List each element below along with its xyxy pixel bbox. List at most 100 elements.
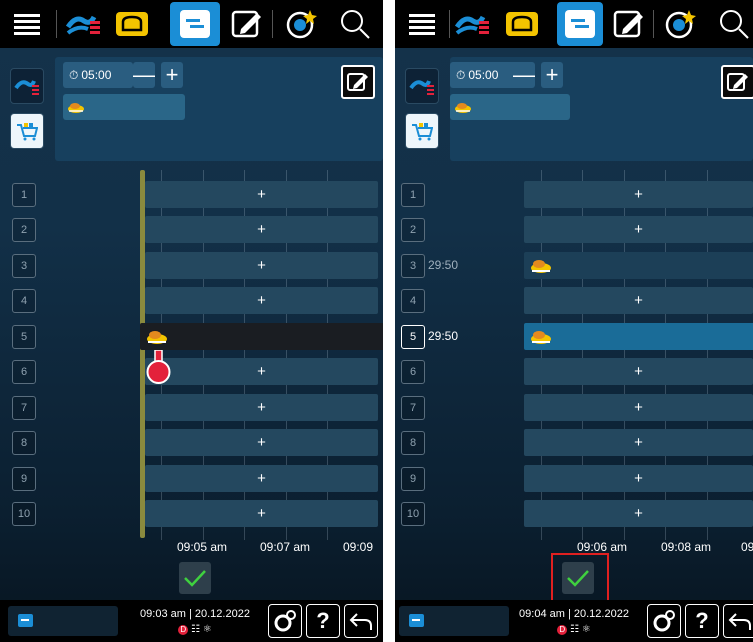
rack-slot[interactable]: +: [524, 429, 753, 456]
confirm-button[interactable]: [179, 562, 211, 594]
favorites-icon[interactable]: [661, 6, 699, 42]
row-number[interactable]: 3: [12, 254, 36, 278]
rack-slot[interactable]: +: [145, 216, 378, 243]
row-number[interactable]: 2: [401, 218, 425, 242]
time-tick: 09:09: [343, 540, 374, 554]
rack-slot-occupied[interactable]: [524, 252, 753, 279]
rack-slot[interactable]: +: [145, 181, 378, 208]
basket-icon[interactable]: [405, 113, 439, 149]
bottom-bar: 09:03 am | 20.12.2022 D ☷ ⚛ ?: [0, 600, 383, 642]
hamburger-menu-icon[interactable]: [403, 6, 441, 42]
rack-slot[interactable]: +: [524, 358, 753, 385]
row-remaining-time: 29:50: [428, 329, 459, 343]
planner-icon[interactable]: [170, 2, 220, 46]
row-number[interactable]: 1: [401, 183, 425, 207]
checkmark-icon: [567, 570, 589, 587]
bread-icon[interactable]: [503, 6, 541, 42]
timer-minus-button[interactable]: —: [133, 62, 155, 88]
food-item-icon: [455, 103, 471, 113]
hamburger-menu-icon[interactable]: [8, 6, 46, 42]
food-item-chip[interactable]: [450, 94, 570, 120]
row-number[interactable]: 1: [12, 183, 36, 207]
row-number[interactable]: 7: [12, 396, 36, 420]
time-tick: 09:08 am: [661, 540, 712, 554]
rack-slot[interactable]: +: [524, 181, 753, 208]
row-number[interactable]: 6: [401, 360, 425, 384]
row-number[interactable]: 5: [12, 325, 36, 349]
food-item-icon: [68, 103, 84, 113]
cooking-paths-button[interactable]: [405, 68, 439, 104]
help-icon[interactable]: ?: [306, 604, 340, 638]
food-item-icon: [147, 330, 167, 344]
row-number[interactable]: 10: [401, 502, 425, 526]
bottom-bar: 09:04 am | 20.12.2022 D ☷ ⚛ ?: [395, 600, 753, 642]
rack-slot[interactable]: +: [145, 252, 378, 279]
edit-program-button[interactable]: [721, 65, 753, 99]
row-number[interactable]: 6: [12, 360, 36, 384]
rack-slot-occupied[interactable]: [524, 323, 753, 350]
screen-thumbnail[interactable]: [399, 606, 509, 636]
timer-display[interactable]: ⏱ 05:00: [63, 62, 133, 88]
rack-slot[interactable]: +: [524, 287, 753, 314]
search-icon[interactable]: [336, 6, 374, 42]
rack-slot-dragged[interactable]: [140, 323, 383, 350]
row-remaining-time: 29:50: [428, 258, 459, 272]
row-number[interactable]: 8: [401, 431, 425, 455]
cooking-paths-icon[interactable]: [64, 6, 102, 42]
search-icon[interactable]: [715, 6, 753, 42]
settings-icon[interactable]: [268, 604, 302, 638]
cooking-paths-button[interactable]: [10, 68, 44, 104]
food-item-chip[interactable]: [63, 94, 185, 120]
edit-icon[interactable]: [228, 6, 266, 42]
status-area: 09:04 am | 20.12.2022 D ☷ ⚛: [509, 608, 639, 635]
back-icon[interactable]: [723, 604, 753, 638]
rack-slot[interactable]: +: [524, 216, 753, 243]
time-tick: 09: [741, 540, 753, 554]
row-number-active[interactable]: 5: [401, 325, 425, 349]
rack-slot[interactable]: +: [145, 394, 378, 421]
edit-icon[interactable]: [610, 6, 648, 42]
row-number[interactable]: 2: [12, 218, 36, 242]
rack-slot[interactable]: +: [145, 358, 378, 385]
timer-minus-button[interactable]: —: [513, 62, 535, 88]
basket-icon[interactable]: [10, 113, 44, 149]
rack-slot[interactable]: +: [145, 500, 378, 527]
rack-slot[interactable]: +: [524, 394, 753, 421]
rack-slot[interactable]: +: [524, 500, 753, 527]
confirm-button[interactable]: [562, 562, 594, 594]
row-number[interactable]: 3: [401, 254, 425, 278]
row-number[interactable]: 4: [12, 289, 36, 313]
rack-slot[interactable]: +: [524, 465, 753, 492]
status-area: 09:03 am | 20.12.2022 D ☷ ⚛: [130, 608, 260, 635]
timer-value: 05:00: [468, 68, 499, 82]
timer-display[interactable]: ⏱ 05:00: [450, 62, 520, 88]
bread-icon[interactable]: [113, 6, 151, 42]
row-number[interactable]: 7: [401, 396, 425, 420]
timer-plus-button[interactable]: +: [161, 62, 183, 88]
rack-slot[interactable]: +: [145, 429, 378, 456]
row-number[interactable]: 8: [12, 431, 36, 455]
row-number[interactable]: 4: [401, 289, 425, 313]
row-number[interactable]: 10: [12, 502, 36, 526]
settings-icon[interactable]: [647, 604, 681, 638]
cooking-paths-icon[interactable]: [453, 6, 491, 42]
timer-plus-button[interactable]: +: [541, 62, 563, 88]
rack-slot[interactable]: +: [145, 287, 378, 314]
status-datetime: 09:04 am | 20.12.2022: [519, 608, 629, 620]
planner-screen-right: ⏱ 05:00 — + 1 + 2 + 3 29:50 4 + 5 29:50 6…: [395, 0, 753, 642]
screen-thumbnail[interactable]: [8, 606, 118, 636]
top-toolbar: [395, 0, 753, 48]
favorites-icon[interactable]: [282, 6, 320, 42]
edit-program-button[interactable]: [341, 65, 375, 99]
checkmark-icon: [184, 570, 206, 587]
status-datetime: 09:03 am | 20.12.2022: [140, 608, 250, 620]
food-item-icon: [531, 259, 551, 273]
back-icon[interactable]: [344, 604, 378, 638]
rack-slot[interactable]: +: [145, 465, 378, 492]
planner-screen-left: ⏱ 05:00 — + 1 + 2 + 3 + 4 + 5 6 + 7 + 8 +…: [0, 0, 383, 642]
planner-icon[interactable]: [557, 2, 603, 46]
core-probe-icon[interactable]: [145, 349, 173, 391]
row-number[interactable]: 9: [12, 467, 36, 491]
row-number[interactable]: 9: [401, 467, 425, 491]
help-icon[interactable]: ?: [685, 604, 719, 638]
